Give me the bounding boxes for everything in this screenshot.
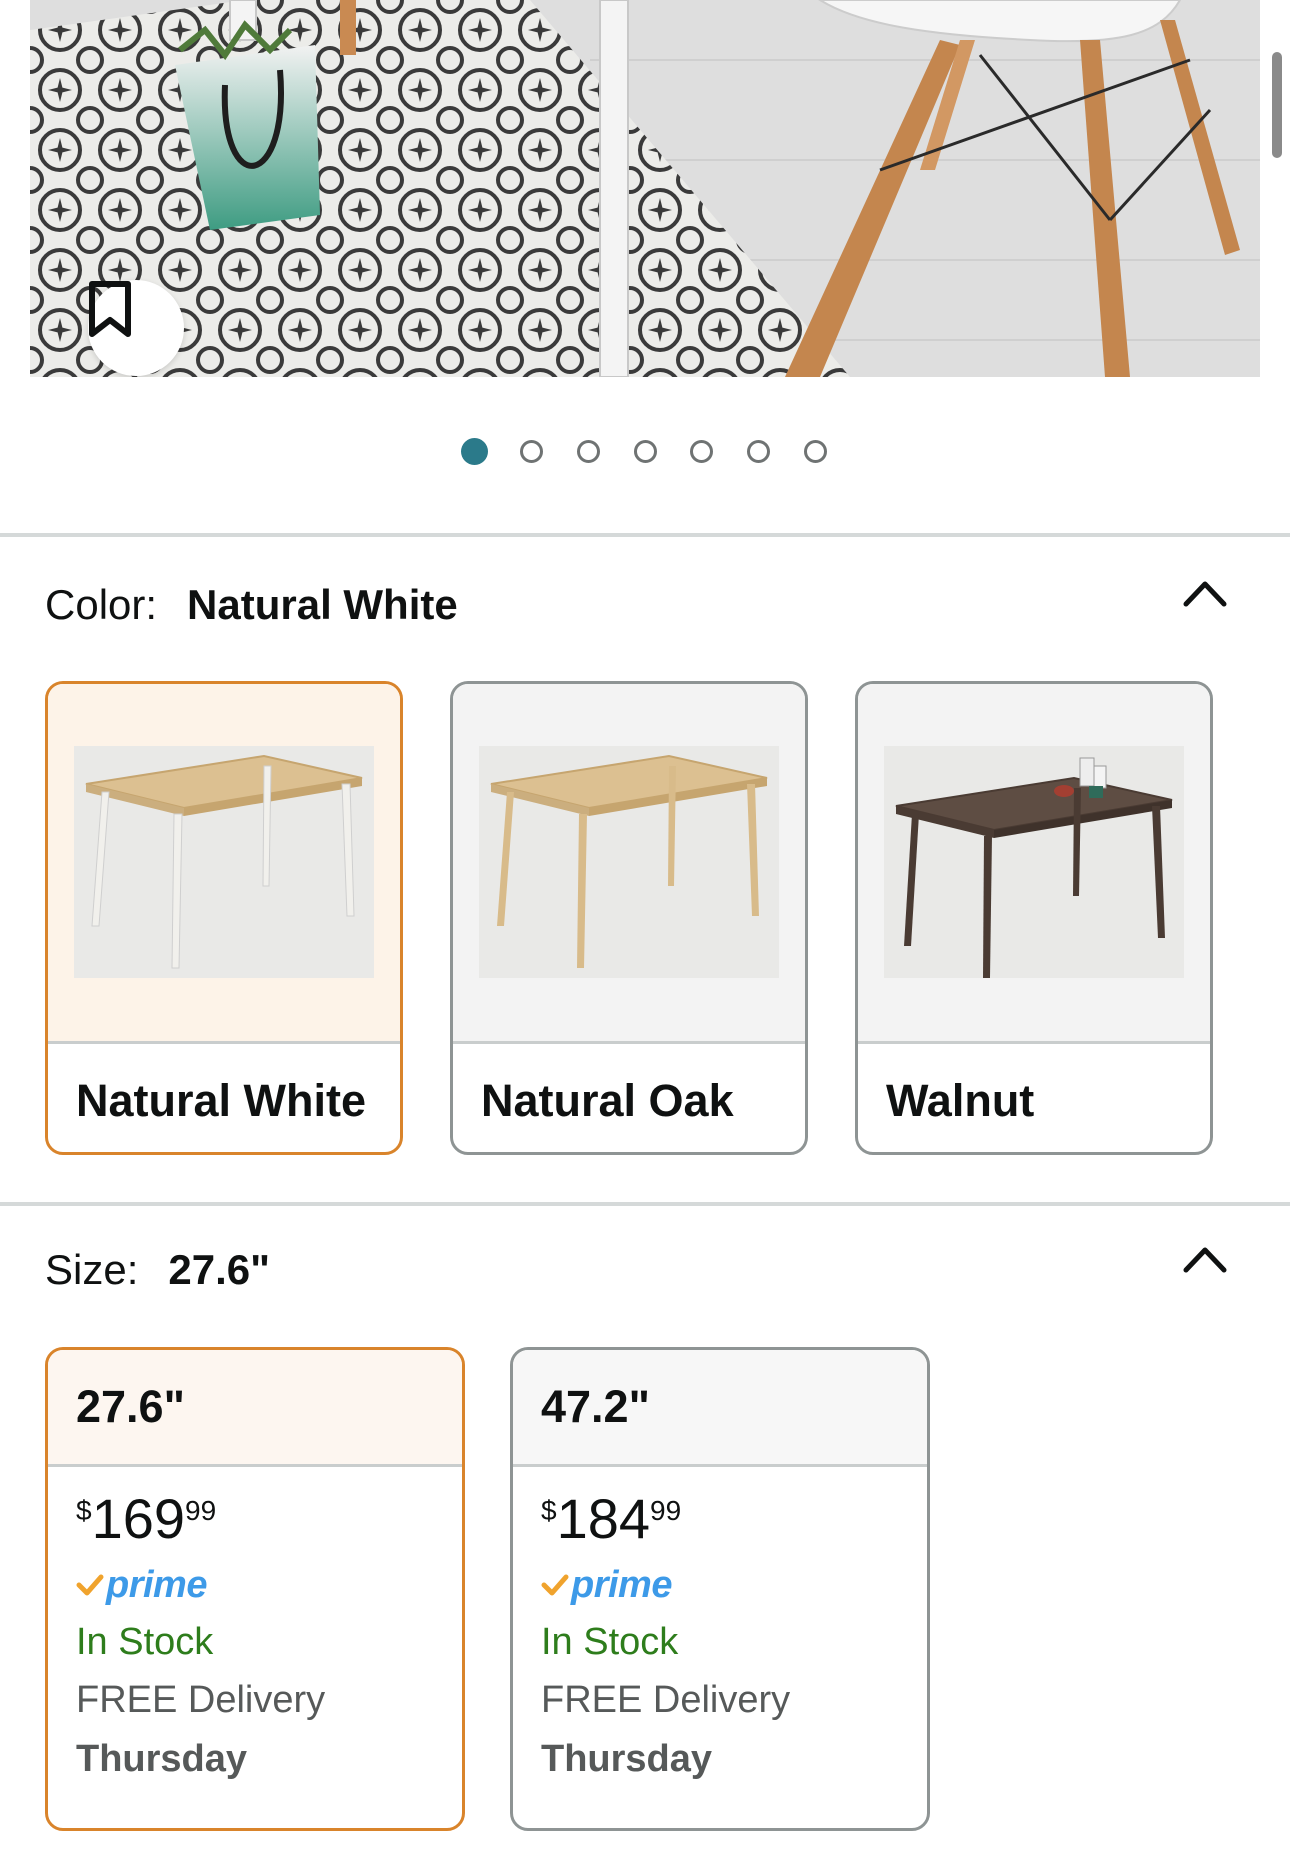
delivery-label: FREE Delivery: [541, 1679, 791, 1721]
price: $ 184 99: [541, 1487, 927, 1553]
carousel-dot-3[interactable]: [577, 440, 600, 463]
delivery-day: Thursday: [76, 1738, 248, 1780]
price-currency: $: [76, 1495, 92, 1526]
carousel-dot-6[interactable]: [747, 440, 770, 463]
size-header[interactable]: Size: 27.6": [45, 1240, 270, 1300]
color-option-label: Walnut: [858, 1041, 1210, 1152]
bookmark-icon: [89, 281, 131, 337]
section-divider: [0, 1202, 1290, 1206]
size-selected-value: 27.6": [168, 1246, 271, 1293]
size-option-label: 47.2": [513, 1350, 927, 1467]
table-image-natural-white: [85, 754, 363, 969]
price-fraction: 99: [185, 1495, 217, 1526]
scrollbar[interactable]: [1272, 52, 1282, 158]
color-option-walnut[interactable]: Walnut: [855, 681, 1213, 1155]
prime-check-icon: [76, 1574, 104, 1596]
color-option-label: Natural White: [48, 1041, 400, 1152]
color-option-image: [858, 684, 1210, 1041]
product-image[interactable]: [30, 0, 1260, 377]
chevron-up-icon[interactable]: [1180, 572, 1230, 612]
size-option-27-6[interactable]: 27.6" $ 169 99 prime In Stock FREE Deliv…: [45, 1347, 465, 1831]
size-label: Size:: [45, 1246, 139, 1293]
color-option-image: [453, 684, 805, 1041]
carousel-dot-2[interactable]: [520, 440, 543, 463]
table-image-walnut: [895, 757, 1173, 978]
color-option-image: [48, 684, 400, 1041]
carousel-dot-7[interactable]: [804, 440, 827, 463]
color-label: Color:: [45, 581, 158, 628]
delivery-label: FREE Delivery: [76, 1679, 326, 1721]
bookmark-button[interactable]: [88, 280, 184, 376]
prime-label: prime: [106, 1563, 207, 1606]
prime-check-icon: [541, 1574, 569, 1596]
size-option-label: 27.6": [48, 1350, 462, 1467]
color-option-label: Natural Oak: [453, 1041, 805, 1152]
prime-badge: prime: [541, 1557, 927, 1613]
stock-status: In Stock: [76, 1621, 214, 1663]
price-whole: 169: [91, 1487, 186, 1550]
color-option-natural-oak[interactable]: Natural Oak: [450, 681, 808, 1155]
color-option-natural-white[interactable]: Natural White: [45, 681, 403, 1155]
price-fraction: 99: [650, 1495, 682, 1526]
prime-label: prime: [571, 1563, 672, 1606]
size-option-47-2[interactable]: 47.2" $ 184 99 prime In Stock FREE Deliv…: [510, 1347, 930, 1831]
carousel-dot-1[interactable]: [461, 438, 488, 465]
chevron-up-icon[interactable]: [1180, 1238, 1230, 1278]
delivery-day: Thursday: [541, 1738, 713, 1780]
carousel-dot-4[interactable]: [634, 440, 657, 463]
stock-status: In Stock: [541, 1621, 679, 1663]
carousel-dot-5[interactable]: [690, 440, 713, 463]
image-carousel-indicator: [0, 438, 1290, 470]
product-photo: [30, 0, 1260, 377]
prime-badge: prime: [76, 1557, 462, 1613]
section-divider: [0, 533, 1290, 537]
price: $ 169 99: [76, 1487, 462, 1553]
color-header[interactable]: Color: Natural White: [45, 575, 458, 635]
color-selected-value: Natural White: [187, 581, 458, 628]
price-currency: $: [541, 1495, 557, 1526]
table-image-natural-oak: [490, 754, 768, 968]
price-whole: 184: [556, 1487, 651, 1550]
